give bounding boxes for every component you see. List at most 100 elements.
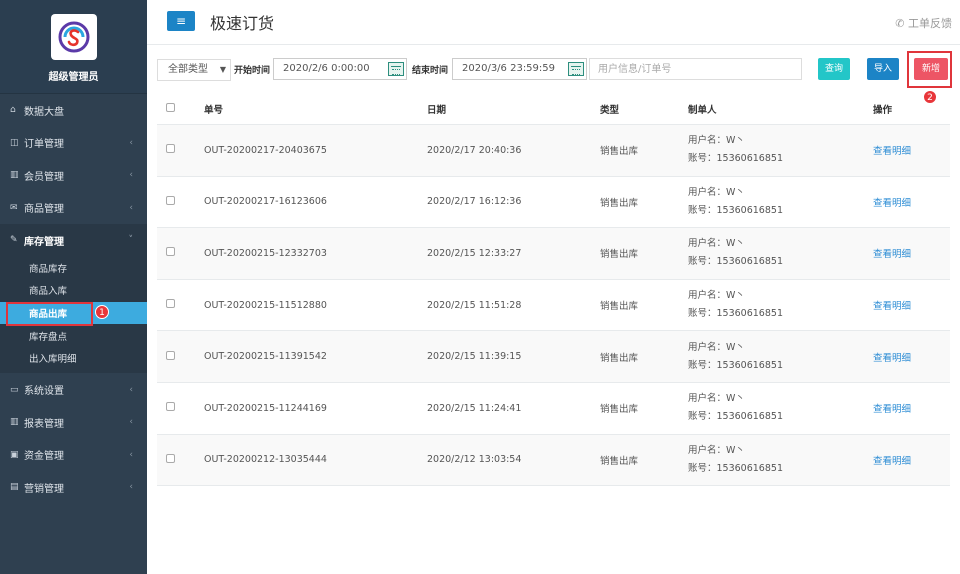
end-time-value: 2020/3/6 23:59:59 (462, 63, 556, 74)
annotation-badge: 1 (95, 305, 109, 319)
menu-item-label: 资金管理 (24, 451, 64, 463)
view-detail-link[interactable]: 查看明细 (873, 198, 911, 209)
search-input[interactable] (590, 59, 801, 79)
creator-account: 账号：15360616851 (688, 204, 783, 216)
highlight-box (907, 51, 952, 88)
highlight-box (6, 302, 93, 326)
view-detail-link[interactable]: 查看明细 (873, 353, 911, 364)
search-field[interactable] (589, 58, 802, 80)
order-date: 2020/2/15 11:51:28 (427, 299, 522, 311)
column-header-action: 操作 (873, 105, 893, 116)
order-date: 2020/2/15 12:33:27 (427, 247, 522, 259)
creator-account: 账号：15360616851 (688, 256, 783, 268)
order-type: 销售出库 (600, 301, 639, 313)
creator-info: 用户名：W丶 账号：15360616851 (688, 442, 873, 478)
submenu-item-stock-in[interactable]: 商品入库 (0, 279, 147, 302)
menu-toggle-button[interactable]: ≡ (167, 11, 195, 31)
row-checkbox[interactable] (166, 350, 175, 360)
table-body: OUT-20200217-20403675 2020/2/17 20:40:36 销… (157, 125, 950, 487)
gift-icon: ▤ (10, 482, 19, 493)
menu-item-funds[interactable]: ▣ 资金管理 ‹ (0, 438, 147, 471)
feedback-link[interactable]: ✆ 工单反馈 (895, 15, 952, 31)
order-number: OUT-20200215-12332703 (204, 247, 327, 259)
column-header-number: 单号 (204, 105, 224, 116)
column-header-date: 日期 (427, 105, 447, 116)
envelope-icon: ✉ (10, 202, 18, 213)
chevron-down-icon: ˅ (128, 235, 134, 246)
hamburger-icon: ≡ (175, 14, 187, 28)
action-cell: 查看明细 (873, 195, 950, 209)
menu-item-members[interactable]: ▥ 会员管理 ‹ (0, 159, 147, 192)
bar-chart-icon: ▥ (10, 417, 19, 428)
creator-account: 账号：15360616851 (688, 359, 783, 371)
chevron-left-icon: ‹ (129, 137, 133, 148)
submenu-item-stock[interactable]: 商品库存 (0, 257, 147, 280)
row-checkbox[interactable] (166, 453, 175, 463)
creator-username: 用户名：W丶 (688, 393, 745, 405)
logo (50, 14, 97, 60)
row-checkbox[interactable] (166, 247, 175, 257)
creator-info: 用户名：W丶 账号：15360616851 (688, 390, 873, 426)
calendar-icon[interactable] (568, 62, 584, 76)
type-select-value: 全部类型 (168, 64, 208, 75)
view-detail-link[interactable]: 查看明细 (873, 301, 911, 312)
creator-username: 用户名：W丶 (688, 186, 745, 198)
row-select-cell (157, 247, 204, 259)
action-cell: 查看明细 (873, 401, 950, 415)
menu-item-orders[interactable]: ◫ 订单管理 ‹ (0, 127, 147, 160)
action-cell: 查看明细 (873, 453, 950, 467)
order-type: 销售出库 (600, 455, 639, 467)
table-row: OUT-20200215-11244169 2020/2/15 11:24:41 销… (157, 383, 950, 435)
start-time-input[interactable]: 2020/2/6 0:00:00 (273, 58, 407, 80)
menu-item-reports[interactable]: ▥ 报表管理 ‹ (0, 406, 147, 439)
creator-username: 用户名：W丶 (688, 444, 745, 456)
menu-item-label: 库存管理 (24, 236, 64, 248)
select-all-checkbox[interactable] (166, 103, 175, 112)
menu-item-system-settings[interactable]: ▭ 系统设置 ‹ (0, 373, 147, 406)
order-date: 2020/2/15 11:39:15 (427, 351, 522, 363)
creator-info: 用户名：W丶账号：15360616851 (688, 184, 873, 220)
import-button[interactable]: 导入 (867, 58, 899, 80)
view-detail-link[interactable]: 查看明细 (873, 249, 911, 260)
submenu-item-in-out-detail[interactable]: 出入库明细 (0, 347, 147, 370)
order-date: 2020/2/15 11:24:41 (427, 402, 522, 414)
phone-icon: ✆ (895, 17, 905, 30)
menu-item-label: 报表管理 (24, 418, 64, 430)
row-select-cell (157, 299, 204, 311)
row-checkbox[interactable] (166, 144, 175, 154)
order-date: 2020/2/17 16:12:36 (427, 196, 522, 208)
table-row: OUT-20200217-20403675 2020/2/17 20:40:36 销… (157, 125, 950, 177)
row-checkbox[interactable] (166, 195, 175, 205)
view-detail-link[interactable]: 查看明细 (873, 404, 911, 415)
creator-username: 用户名：W丶 (688, 135, 745, 147)
row-checkbox[interactable] (166, 402, 175, 412)
page-title: 极速订货 (210, 14, 275, 33)
menu-item-inventory[interactable]: ✎ 库存管理 ˅ (0, 224, 147, 257)
start-time-label: 开始时间 (234, 66, 271, 76)
menu-item-label: 营销管理 (24, 483, 64, 495)
view-detail-link[interactable]: 查看明细 (873, 146, 911, 157)
action-cell: 查看明细 (873, 143, 950, 157)
row-select-cell (157, 350, 204, 363)
order-date: 2020/2/17 20:40:36 (427, 144, 522, 156)
order-type: 销售出库 (600, 249, 639, 261)
start-time-value: 2020/2/6 0:00:00 (283, 63, 370, 74)
edit-icon: ✎ (10, 235, 18, 246)
order-number: OUT-20200212-13035444 (204, 454, 327, 466)
logo-icon (58, 21, 89, 53)
outbound-table: 单号 日期 类型 制单人 操作 OUT-20200217-20403675 202… (157, 94, 950, 487)
table-row: OUT-20200215-11512880 2020/2/15 11:51:28 销… (157, 280, 950, 332)
calendar-icon[interactable] (388, 62, 404, 76)
table-row: OUT-20200217-16123606 2020/2/17 16:12:36 销… (157, 177, 950, 229)
creator-info: 用户名：W丶 账号：15360616851 (688, 339, 873, 375)
menu-item-products[interactable]: ✉ 商品管理 ‹ (0, 192, 147, 225)
view-detail-link[interactable]: 查看明细 (873, 456, 911, 467)
query-button[interactable]: 查询 (818, 58, 850, 80)
menu-item-marketing[interactable]: ▤ 营销管理 ‹ (0, 471, 147, 504)
submenu-item-stocktake[interactable]: 库存盘点 (0, 324, 147, 347)
menu-item-dashboard[interactable]: ⌂ 数据大盘 (0, 94, 147, 127)
row-checkbox[interactable] (166, 299, 175, 309)
end-time-input[interactable]: 2020/3/6 23:59:59 (452, 58, 587, 80)
type-select[interactable]: 全部类型 ▼ (157, 59, 231, 81)
action-cell: 查看明细 (873, 298, 950, 312)
